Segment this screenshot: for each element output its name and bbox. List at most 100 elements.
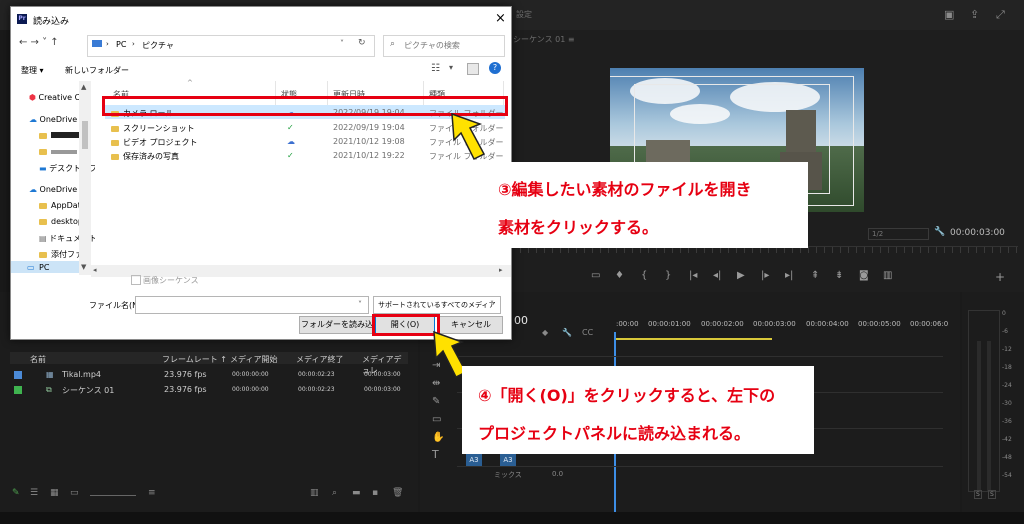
track-target-a3[interactable]: A3: [500, 454, 516, 466]
razor-icon[interactable]: ✎: [432, 396, 440, 407]
go-to-out-icon[interactable]: ▸|: [785, 270, 793, 281]
col-framerate[interactable]: フレームレート ↑: [162, 354, 227, 365]
new-item-icon[interactable]: ▪: [372, 488, 378, 498]
track-label-a3[interactable]: A3: [466, 454, 482, 466]
col-media-start[interactable]: メディア開始: [230, 354, 277, 365]
ruler-tick: 00:00:02:00: [701, 320, 744, 328]
view-options-icon[interactable]: ☷: [431, 63, 440, 74]
scroll-left-icon[interactable]: ◂: [93, 266, 97, 274]
filename-input[interactable]: ˅: [135, 296, 369, 314]
play-icon[interactable]: ▶: [737, 270, 745, 281]
captions-icon[interactable]: CC: [582, 328, 593, 337]
insert-icon[interactable]: ▭: [591, 270, 600, 281]
scroll-up-icon[interactable]: ▲: [81, 83, 86, 91]
extract-icon[interactable]: ⇟: [835, 270, 843, 281]
fullscreen-icon[interactable]: ⤢: [996, 8, 1005, 22]
address-bar[interactable]: › PC › ピクチャ ˅ ↻: [87, 35, 375, 57]
import-folder-button[interactable]: フォルダーを読み込み: [299, 316, 383, 334]
step-forward-icon[interactable]: |▸: [761, 270, 769, 281]
freeform-view-icon[interactable]: ▭: [70, 488, 79, 498]
filetype-select[interactable]: サポートされているすべてのメディア (* ˅: [373, 296, 501, 325]
image-sequence-checkbox[interactable]: [131, 275, 141, 285]
chevron-down-icon[interactable]: ▾: [449, 63, 453, 72]
solo-button[interactable]: S: [988, 490, 996, 499]
automate-icon[interactable]: ▥: [310, 488, 319, 498]
mark-out-icon[interactable]: }: [665, 270, 671, 281]
panel-title-faded: 設定: [516, 10, 532, 19]
file-row[interactable]: 保存済みの写真 ✓ 2021/10/12 19:22 ファイル フォルダー: [105, 148, 505, 162]
wrench-icon[interactable]: 🔧: [934, 227, 945, 237]
meter-label: -24: [1002, 382, 1012, 389]
step-back-icon[interactable]: ◂|: [713, 270, 721, 281]
chevron-down-icon[interactable]: ˅: [490, 297, 494, 313]
type-tool-icon[interactable]: T: [432, 448, 439, 461]
project-row[interactable]: ▦ Tikal.mp4 23.976 fps 00:00:00:00 00:00…: [10, 368, 408, 382]
scroll-down-icon[interactable]: ▼: [81, 263, 86, 271]
sequence-tab[interactable]: シーケンス 01 ≡: [513, 34, 575, 45]
zoom-select[interactable]: 1/2: [868, 228, 929, 240]
share-icon[interactable]: ⇪: [970, 8, 979, 21]
search-box[interactable]: ⌕ ピクチャの検索: [383, 35, 505, 57]
timeline-timecode: 00: [514, 314, 528, 327]
organize-menu[interactable]: 整理 ▾: [21, 65, 44, 76]
pencil-icon[interactable]: ✎: [12, 488, 20, 498]
nav-item-redacted[interactable]: [39, 147, 77, 156]
work-area-bar[interactable]: [616, 338, 772, 340]
project-row[interactable]: ⧉ シーケンス 01 23.976 fps 00:00:00:00 00:00:…: [10, 383, 408, 397]
hand-icon[interactable]: ✋: [432, 432, 444, 443]
go-to-in-icon[interactable]: |◂: [689, 270, 697, 281]
compare-icon[interactable]: ▥: [883, 270, 892, 281]
scroll-right-icon[interactable]: ▸: [499, 266, 503, 274]
project-item-name[interactable]: Tikal.mp4: [62, 370, 101, 379]
marker-icon[interactable]: ♦: [615, 270, 624, 281]
search-input[interactable]: ピクチャの検索: [404, 40, 460, 51]
new-bin-icon[interactable]: ▬: [352, 488, 361, 498]
list-view-icon[interactable]: ☰: [30, 488, 38, 498]
new-folder-button[interactable]: 新しいフォルダー: [65, 65, 129, 76]
col-name[interactable]: 名前: [30, 354, 46, 365]
navigation-arrows-icon[interactable]: ← → ˅ ↑: [19, 37, 59, 48]
find-icon[interactable]: ⌕: [332, 488, 337, 498]
add-button-icon[interactable]: +: [995, 270, 1005, 284]
mix-label: ミックス: [494, 471, 522, 479]
nav-item-onedrive-2[interactable]: ☁ OneDrive -: [29, 185, 83, 194]
breadcrumb-pictures[interactable]: ピクチャ: [142, 40, 174, 51]
snap-icon[interactable]: ◆: [542, 328, 548, 337]
col-media-end[interactable]: メディア終了: [296, 354, 343, 365]
wrench-timeline-icon[interactable]: 🔧: [562, 328, 572, 337]
nav-item-redacted[interactable]: [39, 131, 81, 140]
nav-item-desktop-folder[interactable]: desktop: [39, 217, 83, 226]
file-row[interactable]: ビデオ プロジェクト ☁ 2021/10/12 19:08 ファイル フォルダー: [105, 134, 505, 148]
chevron-down-icon[interactable]: ˅: [340, 39, 344, 48]
folder-icon: [111, 139, 119, 146]
sort-up-icon: ^: [187, 79, 193, 87]
project-item-fps: 23.976 fps: [164, 370, 207, 379]
trash-icon[interactable]: 🗑: [392, 488, 403, 498]
sort-icon[interactable]: ≡: [148, 488, 156, 498]
label-color-swatch[interactable]: [14, 371, 22, 379]
nav-item-onedrive[interactable]: ☁ OneDrive -: [29, 115, 83, 124]
chevron-down-icon[interactable]: ˅: [358, 297, 362, 313]
label-color-swatch[interactable]: [14, 386, 22, 394]
sequence-icon: ⧉: [46, 385, 52, 394]
help-icon[interactable]: ?: [489, 62, 501, 74]
lift-icon[interactable]: ⇞: [811, 270, 819, 281]
export-frame-icon[interactable]: ▣: [944, 8, 954, 21]
zoom-slider[interactable]: [90, 495, 136, 496]
close-icon[interactable]: ×: [495, 11, 506, 26]
breadcrumb-pc[interactable]: PC: [116, 40, 126, 49]
mark-in-icon[interactable]: {: [641, 270, 647, 281]
solo-button[interactable]: S: [974, 490, 982, 499]
project-item-name[interactable]: シーケンス 01: [62, 385, 114, 396]
transport-controls: ▭ ♦ { } |◂ ◂| ▶ |▸ ▸| ⇞ ⇟ ◙ ▥ +: [505, 262, 1024, 288]
mix-value[interactable]: 0.0: [552, 470, 563, 478]
slip-icon[interactable]: ▭: [432, 414, 441, 425]
refresh-icon[interactable]: ↻: [358, 38, 366, 48]
camera-icon[interactable]: ◙: [859, 270, 869, 281]
icon-view-icon[interactable]: ▦: [50, 488, 59, 498]
scroll-thumb[interactable]: [82, 121, 88, 149]
preview-pane-icon[interactable]: [467, 63, 479, 75]
nav-scrollbar[interactable]: ▲ ▼: [79, 81, 91, 275]
ruler-tick: 00:00:03:00: [753, 320, 796, 328]
file-row[interactable]: スクリーンショット ✓ 2022/09/19 19:04 ファイル フォルダー: [105, 120, 505, 134]
